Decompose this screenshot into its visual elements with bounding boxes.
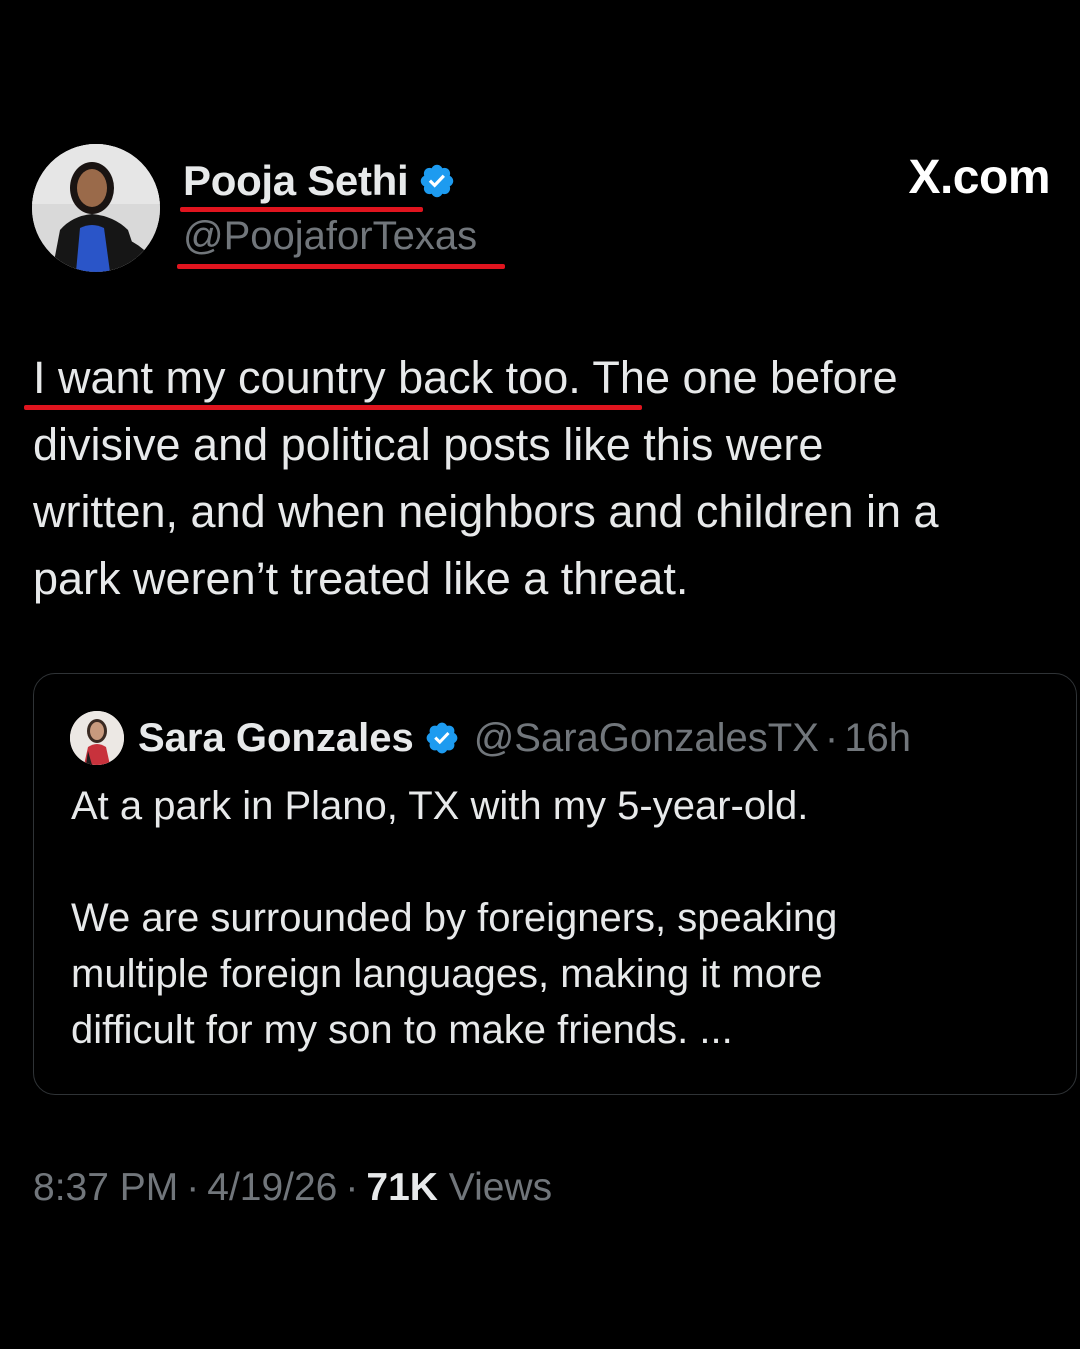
handle-highlight-underline	[177, 264, 505, 269]
author-name-row: Pooja Sethi	[183, 152, 456, 210]
tweet-text-line: written, and when neighbors and children…	[33, 486, 939, 537]
quoted-text-line: We are surrounded by foreigners, speakin…	[71, 896, 838, 940]
tweet-time[interactable]: 8:37 PM	[33, 1166, 178, 1209]
tweet-date[interactable]: 4/19/26	[207, 1166, 337, 1209]
post: Pooja Sethi @PoojaforTexas X.com I want …	[0, 0, 1080, 1349]
author-name[interactable]: Pooja Sethi	[183, 157, 409, 205]
text-highlight-underline	[24, 405, 642, 410]
separator-dot: ·	[824, 715, 839, 760]
quoted-avatar-image	[70, 711, 124, 765]
tweet-text-line: park weren’t treated like a threat.	[33, 553, 689, 604]
author-avatar[interactable]	[32, 144, 160, 272]
verified-badge-icon	[418, 162, 456, 200]
separator-dot: ·	[345, 1166, 359, 1209]
views-count: 71K	[366, 1166, 438, 1209]
brand-watermark: X.com	[908, 151, 1050, 204]
quoted-tweet-card[interactable]: Sara Gonzales @SaraGonzalesTX · 16h At a…	[33, 673, 1077, 1095]
quoted-verified-badge-icon	[424, 720, 460, 756]
tweet-text-line: I want my country back too. The one befo…	[33, 352, 898, 403]
tweet-text-line: divisive and political posts like this w…	[33, 419, 824, 470]
quoted-text-line: multiple foreign languages, making it mo…	[71, 952, 823, 996]
views-label: Views	[448, 1166, 553, 1209]
avatar-image	[32, 144, 160, 272]
quoted-text-line: At a park in Plano, TX with my 5-year-ol…	[71, 784, 809, 828]
author-handle[interactable]: @PoojaforTexas	[183, 210, 477, 262]
quoted-text-line: difficult for my son to make friends. ..…	[71, 1008, 733, 1052]
quoted-author-handle[interactable]: @SaraGonzalesTX	[474, 716, 819, 761]
quoted-tweet-text: At a park in Plano, TX with my 5-year-ol…	[71, 778, 1051, 1058]
separator-dot: ·	[186, 1166, 200, 1209]
quoted-author-name[interactable]: Sara Gonzales	[138, 716, 414, 761]
quoted-author-avatar[interactable]	[70, 711, 124, 765]
quoted-tweet-header: Sara Gonzales @SaraGonzalesTX · 16h	[70, 710, 911, 766]
quoted-timestamp[interactable]: 16h	[844, 716, 911, 761]
tweet-text: I want my country back too. The one befo…	[33, 344, 1043, 612]
tweet-meta: 8:37 PM · 4/19/26 · 71K Views	[33, 1162, 552, 1214]
